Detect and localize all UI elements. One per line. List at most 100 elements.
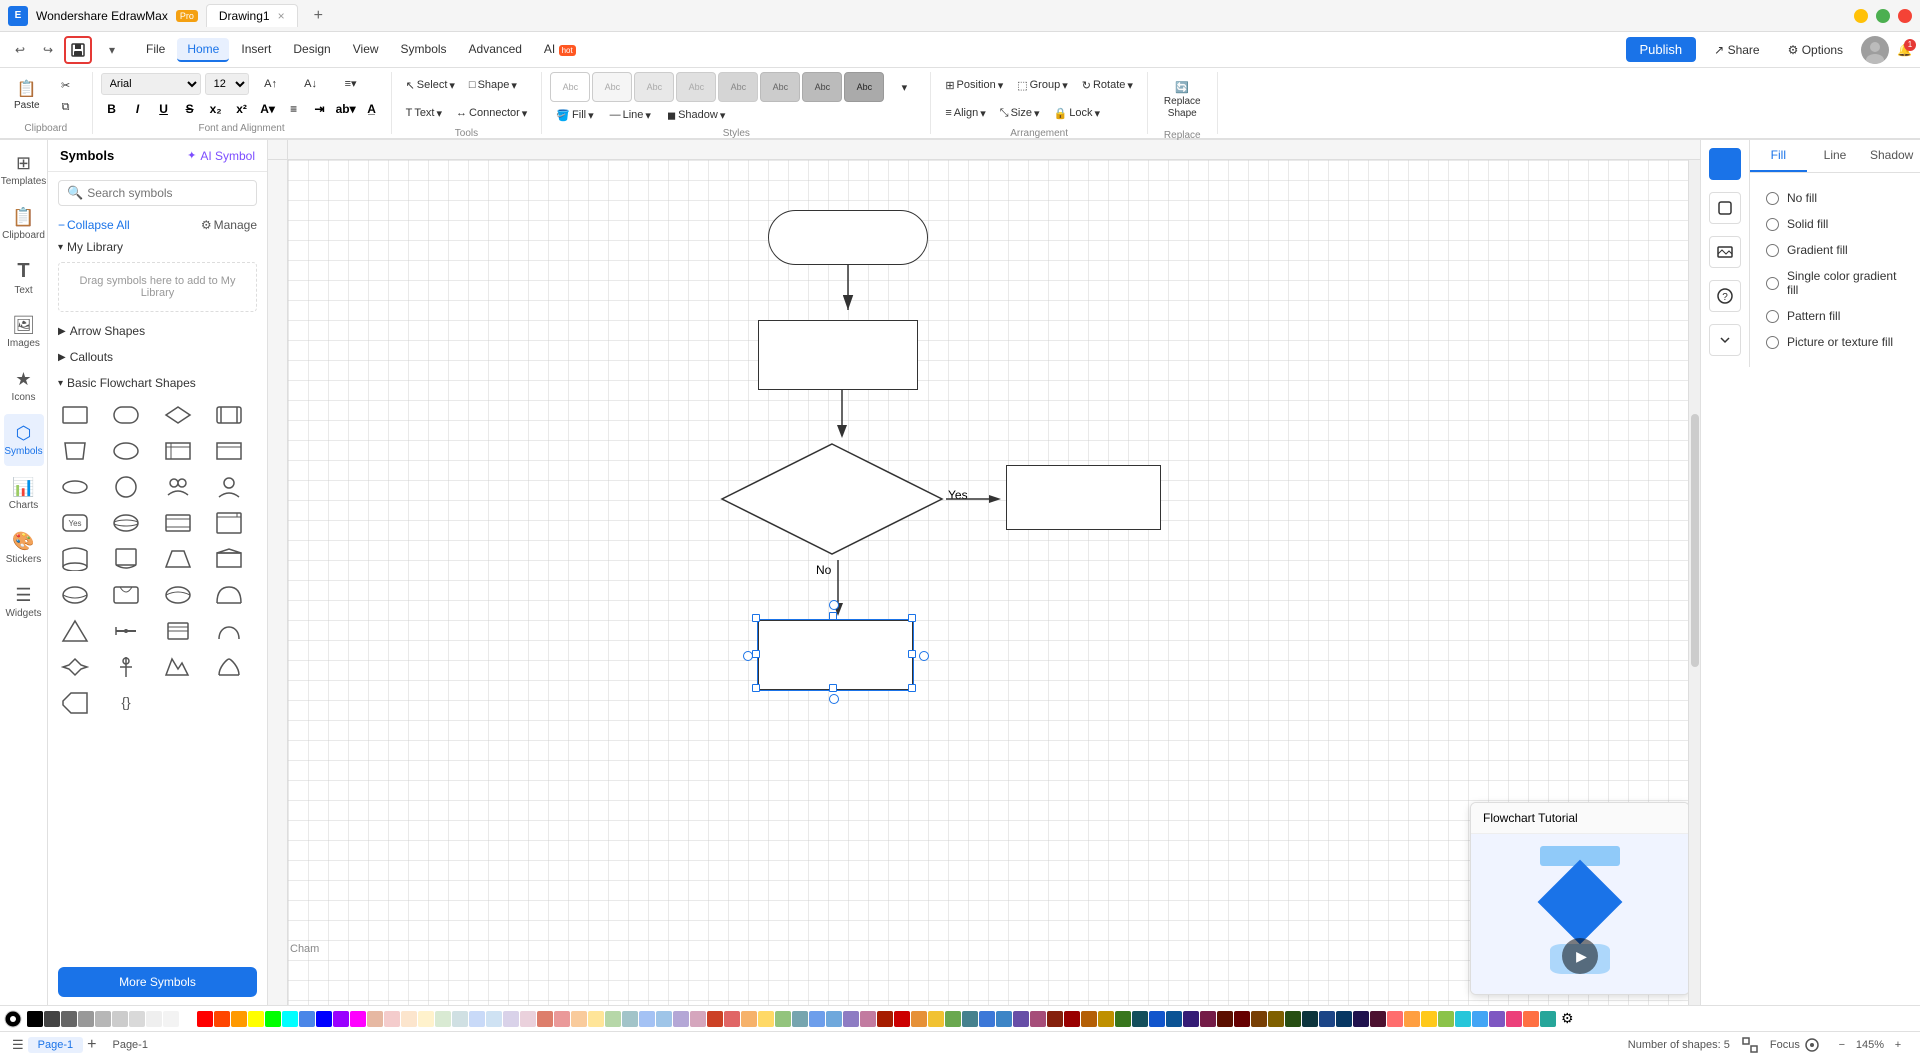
shape-item[interactable] [56, 398, 94, 432]
italic-button[interactable]: I [127, 98, 149, 120]
color-dot[interactable] [1098, 1011, 1114, 1027]
share-button[interactable]: ↗ Share [1704, 38, 1769, 62]
publish-button[interactable]: Publish [1626, 37, 1697, 62]
fill-button[interactable]: 🪣 Fill ▾ [550, 104, 599, 126]
shape-item[interactable] [159, 398, 197, 432]
color-dot[interactable] [894, 1011, 910, 1027]
list-button[interactable]: ≡ [283, 98, 305, 120]
handle-mr[interactable] [908, 650, 916, 658]
user-avatar[interactable] [1861, 36, 1889, 64]
color-dot[interactable] [1472, 1011, 1488, 1027]
expand-panel-btn[interactable] [1709, 324, 1741, 356]
color-dot[interactable] [1064, 1011, 1080, 1027]
text-align-button[interactable]: ≡▾ [333, 73, 369, 95]
color-dot[interactable] [503, 1011, 519, 1027]
undo-button[interactable]: ↩ [8, 38, 32, 62]
color-dot[interactable] [1404, 1011, 1420, 1027]
connection-point-left[interactable] [743, 651, 753, 661]
color-dot[interactable] [1013, 1011, 1029, 1027]
menu-item-file[interactable]: File [136, 38, 175, 62]
color-dot[interactable] [1234, 1011, 1250, 1027]
options-button[interactable]: ⚙ Options [1778, 38, 1853, 62]
color-dot[interactable] [673, 1011, 689, 1027]
font-increase-button[interactable]: A↑ [253, 73, 289, 95]
redo-button[interactable]: ↪ [36, 38, 60, 62]
panel-btn-charts[interactable]: 📊 Charts [4, 468, 44, 520]
indent-button[interactable]: ⇥ [309, 98, 331, 120]
color-dot[interactable] [1200, 1011, 1216, 1027]
color-dot[interactable] [826, 1011, 842, 1027]
menu-item-insert[interactable]: Insert [231, 38, 281, 62]
color-dot[interactable] [1285, 1011, 1301, 1027]
close-button[interactable] [1898, 9, 1912, 23]
color-dot[interactable] [1183, 1011, 1199, 1027]
color-dot[interactable] [554, 1011, 570, 1027]
font-size-select[interactable]: 12 [205, 73, 249, 95]
select-button[interactable]: ↖ Select ▾ [400, 72, 461, 98]
restore-button[interactable] [1876, 9, 1890, 23]
style-swatch-1[interactable]: Abc [550, 72, 590, 102]
lock-button[interactable]: 🔒 Lock ▾ [1048, 100, 1106, 126]
fill-option-pattern[interactable]: Pattern fill [1762, 303, 1908, 329]
color-dot[interactable] [316, 1011, 332, 1027]
color-dot[interactable] [724, 1011, 740, 1027]
help-panel-icon-btn[interactable]: ? [1709, 280, 1741, 312]
panel-btn-widgets[interactable]: ☰ Widgets [4, 576, 44, 628]
superscript-button[interactable]: x² [231, 98, 253, 120]
position-button[interactable]: ⊞ Position ▾ [939, 72, 1009, 98]
zoom-out-button[interactable]: − [1832, 1035, 1852, 1055]
menu-item-ai[interactable]: AI hot [534, 38, 586, 62]
font-decrease-button[interactable]: A↓ [293, 73, 329, 95]
color-dot[interactable] [112, 1011, 128, 1027]
color-dot[interactable] [860, 1011, 876, 1027]
shape-item[interactable] [210, 398, 248, 432]
image-panel-icon-btn[interactable] [1709, 236, 1741, 268]
color-dot[interactable] [1353, 1011, 1369, 1027]
color-dot[interactable] [367, 1011, 383, 1027]
handle-bl[interactable] [752, 684, 760, 692]
styles-expand-button[interactable]: ▾ [886, 74, 922, 100]
shape-item[interactable] [107, 506, 145, 540]
minimize-button[interactable] [1854, 9, 1868, 23]
cut-button[interactable]: ✂ [48, 76, 84, 96]
shape-item[interactable] [107, 650, 145, 684]
fill-option-gradient[interactable]: Gradient fill [1762, 237, 1908, 263]
color-dot[interactable] [758, 1011, 774, 1027]
shape-no-process[interactable] [758, 620, 913, 690]
color-dot[interactable] [146, 1011, 162, 1027]
scrollbar-v[interactable] [1688, 160, 1700, 1005]
color-dot[interactable] [945, 1011, 961, 1027]
color-dot[interactable] [809, 1011, 825, 1027]
subscript-button[interactable]: x₂ [205, 98, 227, 120]
my-library-header[interactable]: ▾ My Library [48, 236, 267, 258]
color-dot[interactable] [1115, 1011, 1131, 1027]
shape-item[interactable] [159, 578, 197, 612]
handle-tl[interactable] [752, 614, 760, 622]
color-dot[interactable] [605, 1011, 621, 1027]
shape-item[interactable] [210, 542, 248, 576]
new-tab-button[interactable]: + [306, 3, 331, 29]
panel-btn-clipboard[interactable]: 📋 Clipboard [4, 198, 44, 250]
shape-yes-process[interactable] [1006, 465, 1161, 530]
shape-item[interactable] [159, 650, 197, 684]
color-dot[interactable] [1030, 1011, 1046, 1027]
style-swatch-4[interactable]: Abc [676, 72, 716, 102]
handle-bc[interactable] [829, 684, 837, 692]
search-input[interactable] [87, 186, 248, 200]
color-dot[interactable] [163, 1011, 179, 1027]
underline-button[interactable]: U [153, 98, 175, 120]
color-dot[interactable] [401, 1011, 417, 1027]
color-dot[interactable] [775, 1011, 791, 1027]
shape-item[interactable]: Yes [56, 506, 94, 540]
paste-button[interactable]: 📋 Paste [8, 75, 46, 119]
color-dot[interactable] [1540, 1011, 1556, 1027]
text-style-button[interactable]: A▾ [257, 98, 279, 120]
color-dot[interactable] [571, 1011, 587, 1027]
panel-btn-text[interactable]: T Text [4, 252, 44, 304]
color-dot[interactable] [333, 1011, 349, 1027]
tab-shadow[interactable]: Shadow [1863, 140, 1920, 172]
menu-item-view[interactable]: View [343, 38, 389, 62]
color-dot[interactable] [469, 1011, 485, 1027]
color-dot[interactable] [1319, 1011, 1335, 1027]
shape-item[interactable] [107, 578, 145, 612]
